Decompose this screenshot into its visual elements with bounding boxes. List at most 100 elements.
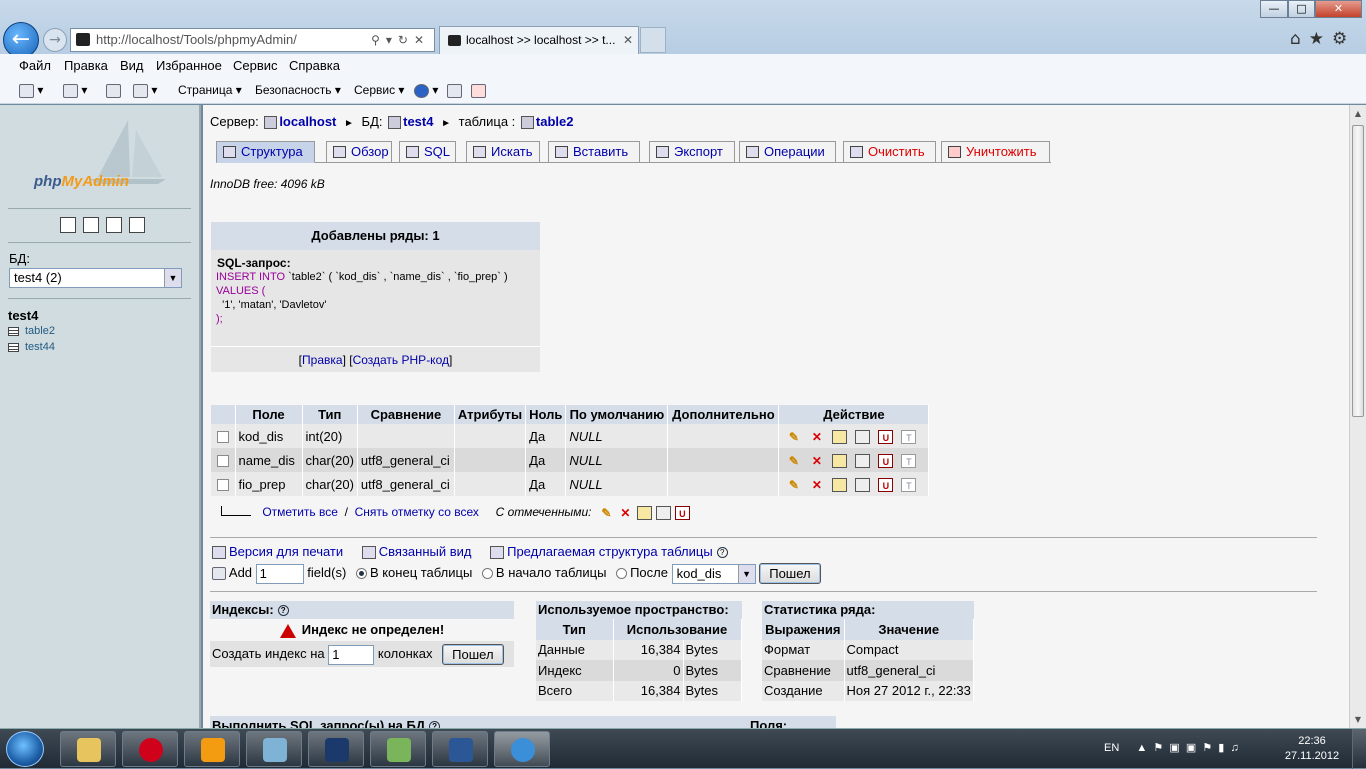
- create-index-go-button[interactable]: Пошел: [442, 644, 504, 666]
- page-menu[interactable]: Страница ▾: [178, 83, 242, 97]
- edit-icon[interactable]: ✎: [786, 454, 801, 468]
- primary-key-icon[interactable]: [832, 429, 848, 444]
- db-link[interactable]: test4: [403, 114, 433, 129]
- tray-icons[interactable]: ▲ ⚑ ▣ ▣ ⚑ ▮ ♫: [1136, 742, 1238, 754]
- primary-key-icon[interactable]: [832, 477, 848, 492]
- primary-key-icon[interactable]: [636, 505, 652, 520]
- minimize-button[interactable]: —: [1260, 0, 1288, 18]
- tab-empty[interactable]: Очистить: [843, 141, 936, 163]
- index-icon[interactable]: [855, 477, 871, 492]
- print-icon[interactable]: ▾: [133, 83, 157, 98]
- sql-window-icon[interactable]: [83, 217, 99, 233]
- row-checkbox[interactable]: [216, 479, 229, 492]
- delete-icon[interactable]: ✕: [809, 454, 824, 468]
- start-button[interactable]: [6, 731, 44, 767]
- db-select[interactable]: test4 (2) ▼: [9, 268, 182, 288]
- row-checkbox[interactable]: [216, 431, 229, 444]
- taskbar-opera[interactable]: [122, 731, 178, 767]
- current-db-name[interactable]: test4: [8, 308, 38, 323]
- index-columns-input[interactable]: 1: [328, 644, 375, 665]
- delete-icon[interactable]: ✕: [809, 430, 824, 444]
- index-icon[interactable]: [855, 453, 871, 468]
- scroll-thumb[interactable]: [1352, 125, 1364, 417]
- index-icon[interactable]: [655, 505, 671, 520]
- edit-icon[interactable]: ✎: [786, 478, 801, 492]
- taskbar-paint[interactable]: [246, 731, 302, 767]
- taskbar-word[interactable]: [432, 731, 488, 767]
- delete-icon[interactable]: ✕: [618, 506, 633, 520]
- show-desktop-button[interactable]: [1352, 729, 1366, 769]
- tab-structure[interactable]: Структура: [216, 141, 315, 163]
- docs-icon[interactable]: [129, 217, 145, 233]
- safety-menu[interactable]: Безопасность ▾: [255, 83, 341, 97]
- tab-close-icon[interactable]: ✕: [623, 27, 633, 53]
- menu-tools[interactable]: Сервис: [233, 58, 278, 73]
- taskbar-media-player[interactable]: [184, 731, 240, 767]
- help-icon[interactable]: ▾: [414, 83, 438, 98]
- taskbar-denwer[interactable]: [370, 731, 426, 767]
- browser-tools-icons[interactable]: ⌂★⚙: [1290, 29, 1355, 49]
- clock[interactable]: 22:36 27.11.2012: [1282, 734, 1342, 764]
- feeds-icon[interactable]: ▾: [63, 83, 87, 98]
- tools-menu[interactable]: Сервис ▾: [354, 83, 404, 97]
- menu-edit[interactable]: Правка: [64, 58, 108, 73]
- tab-sql[interactable]: SQL: [399, 141, 456, 163]
- server-link[interactable]: localhost: [279, 114, 336, 129]
- primary-key-icon[interactable]: [832, 453, 848, 468]
- taskbar-ie[interactable]: [494, 731, 550, 767]
- unique-icon[interactable]: U: [878, 453, 894, 468]
- add-field-go-button[interactable]: Пошел: [759, 563, 821, 584]
- query-icon[interactable]: [106, 217, 122, 233]
- taskbar-explorer[interactable]: [60, 731, 116, 767]
- edit-icon[interactable]: ✎: [786, 430, 801, 444]
- unique-icon[interactable]: U: [878, 429, 894, 444]
- browser-tab[interactable]: localhost >> localhost >> t... ✕: [439, 26, 639, 54]
- menu-view[interactable]: Вид: [120, 58, 144, 73]
- after-field-select[interactable]: kod_dis ▼: [671, 563, 756, 584]
- help-icon[interactable]: ?: [429, 721, 441, 728]
- relation-view-link[interactable]: Связанный вид: [379, 544, 472, 559]
- radio-end[interactable]: [355, 568, 367, 579]
- vertical-scrollbar[interactable]: ▲ ▼: [1349, 105, 1366, 728]
- tab-drop[interactable]: Уничтожить: [941, 141, 1050, 163]
- row-checkbox[interactable]: [216, 455, 229, 468]
- language-indicator[interactable]: EN: [1104, 742, 1119, 754]
- forward-button[interactable]: →: [43, 28, 67, 52]
- field-count-input[interactable]: 1: [255, 563, 304, 584]
- address-tools-icons[interactable]: ⚲▾↻✕: [371, 29, 430, 51]
- uncheck-all-link[interactable]: Снять отметку со всех: [355, 505, 479, 519]
- print-view-link[interactable]: Версия для печати: [229, 544, 343, 559]
- help-icon[interactable]: ?: [716, 547, 728, 559]
- mail-icon[interactable]: [106, 83, 121, 98]
- unique-icon[interactable]: U: [878, 477, 894, 492]
- edit-query-link[interactable]: Правка: [302, 353, 343, 367]
- scroll-down-icon[interactable]: ▼: [1350, 711, 1366, 728]
- noscript-icon[interactable]: [471, 83, 486, 98]
- menu-favorites[interactable]: Избранное: [156, 58, 222, 73]
- radio-after[interactable]: [616, 568, 628, 579]
- index-icon[interactable]: [855, 429, 871, 444]
- addon-icon[interactable]: [447, 83, 462, 98]
- tab-insert[interactable]: Вставить: [548, 141, 640, 163]
- address-bar[interactable]: http://localhost/Tools/phpmyAdmin/ ⚲▾↻✕: [70, 28, 435, 52]
- unique-icon[interactable]: U: [674, 505, 690, 520]
- scroll-up-icon[interactable]: ▲: [1350, 105, 1366, 122]
- phpmyadmin-logo[interactable]: phpMyAdmin: [34, 173, 129, 190]
- edit-icon[interactable]: ✎: [599, 506, 614, 520]
- table-link-table2[interactable]: table2: [8, 325, 55, 337]
- fulltext-icon[interactable]: T: [901, 453, 917, 468]
- table-link-test44[interactable]: test44: [8, 341, 55, 353]
- tab-export[interactable]: Экспорт: [649, 141, 735, 163]
- table-link[interactable]: table2: [536, 114, 574, 129]
- fulltext-icon[interactable]: T: [901, 477, 917, 492]
- radio-begin[interactable]: [481, 568, 493, 579]
- check-all-link[interactable]: Отметить все: [262, 505, 338, 519]
- menu-file[interactable]: Файл: [19, 58, 51, 73]
- help-icon[interactable]: ?: [277, 605, 289, 617]
- home-icon[interactable]: ▾: [19, 83, 43, 98]
- create-php-link[interactable]: Создать PHP-код: [353, 353, 449, 367]
- fulltext-icon[interactable]: T: [901, 429, 917, 444]
- delete-icon[interactable]: ✕: [809, 478, 824, 492]
- back-button[interactable]: ←: [3, 22, 39, 58]
- taskbar-daemon-tools[interactable]: [308, 731, 364, 767]
